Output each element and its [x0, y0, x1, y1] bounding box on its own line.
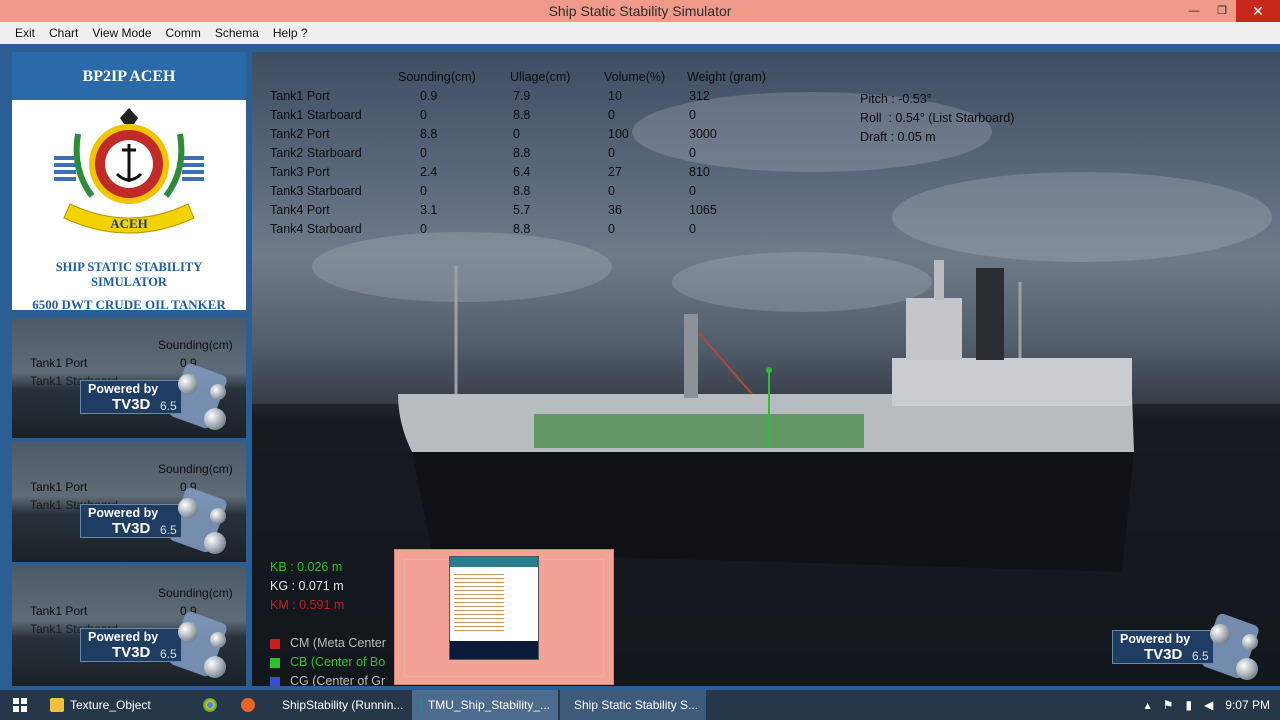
title-line-3: 6500 DWT CRUDE OIL TANKER — [32, 297, 226, 312]
clock[interactable]: 9:07 PM — [1225, 698, 1270, 712]
institution-header: BP2IP ACEH — [12, 52, 246, 100]
minimize-button[interactable]: — — [1180, 0, 1208, 22]
emblem-icon: ACEH — [54, 108, 204, 234]
restore-button[interactable]: ❐ — [1208, 0, 1236, 22]
cb-marker-icon — [270, 657, 280, 668]
volume-icon[interactable]: ◀ — [1204, 698, 1213, 712]
view-thumbnail-1[interactable]: Sounding(cm) Tank1 Port 0.9 Tank1 Starbo… — [12, 318, 246, 438]
menu-help[interactable]: Help ? — [266, 26, 315, 40]
close-button[interactable]: ✕ — [1236, 0, 1280, 22]
menu-view-mode[interactable]: View Mode — [85, 26, 158, 40]
preview-thumbnail[interactable] — [449, 556, 539, 660]
task-arduino[interactable]: TMU_Ship_Stability_... — [412, 690, 558, 720]
col-sounding: Sounding(cm) — [398, 70, 476, 84]
roll-value: Roll : 0.54° (List Starboard) — [860, 111, 1015, 125]
task-chrome[interactable] — [192, 690, 228, 720]
windows-logo-icon — [13, 698, 27, 712]
firefox-icon — [241, 698, 255, 712]
taskbar: Texture_Object ShipStability (Runnin... … — [0, 690, 1280, 720]
emblem-label: ACEH — [110, 216, 148, 231]
menu-exit[interactable]: Exit — [8, 26, 42, 40]
menu-bar: Exit Chart View Mode Comm Schema Help ? — [0, 22, 1280, 44]
task-firefox[interactable] — [230, 690, 266, 720]
window-title: Ship Static Stability Simulator — [548, 3, 732, 19]
tray-chevron-up-icon[interactable]: ▴ — [1145, 698, 1151, 712]
kb-value: KB : 0.026 m — [270, 560, 343, 574]
main-area: BP2IP ACEH ACEH SHIP STATIC STABILITY SI… — [0, 44, 1280, 690]
col-volume: Volume(%) — [604, 70, 666, 84]
window-controls: — ❐ ✕ — [1180, 0, 1280, 22]
menu-comm[interactable]: Comm — [159, 26, 208, 40]
taskbar-preview-popup[interactable] — [394, 549, 614, 685]
thumb-row-label: Tank1 Port — [30, 480, 88, 494]
chrome-icon — [203, 698, 217, 712]
menu-schema[interactable]: Schema — [208, 26, 266, 40]
kg-value: KG : 0.071 m — [270, 579, 344, 593]
thumb-header: Sounding(cm) — [158, 338, 233, 352]
view-thumbnail-2[interactable]: Sounding(cm) Tank1 Port 0.9 Tank1 Starbo… — [12, 442, 246, 562]
title-line-1: SHIP STATIC STABILITY — [55, 260, 203, 274]
start-button[interactable] — [0, 690, 40, 720]
legend-cb: CB (Center of Bo — [290, 655, 386, 669]
tv3d-badge-main: Powered by TV3D 6.5 — [1112, 612, 1277, 684]
tv3d-badge: Powered by TV3D 6.5 — [80, 486, 245, 558]
system-tray: ▴ ⚑ ▮ ◀ 9:07 PM — [1145, 690, 1270, 720]
legend: CM (Meta Center CB (Center of Bo CG (Cen… — [270, 634, 386, 686]
stability-readout: Pitch : -0.53° Roll : 0.54° (List Starbo… — [860, 90, 1014, 147]
thumb-row-label: Tank1 Port — [30, 356, 88, 370]
task-visual-studio[interactable]: ShipStability (Runnin... — [268, 690, 410, 720]
task-simulator[interactable]: Ship Static Stability S... — [560, 690, 706, 720]
folder-icon — [50, 698, 64, 712]
tv3d-badge: Powered by TV3D 6.5 — [80, 610, 245, 682]
view-thumbnail-3[interactable]: Sounding(cm) Tank1 Port 0.9 Tank1 Starbo… — [12, 566, 246, 686]
legend-cg: CG (Center of Gr — [290, 674, 386, 686]
metacentric-readout: KB : 0.026 m KG : 0.071 m KM : 0.591 m — [270, 558, 344, 615]
cg-marker-icon — [270, 676, 280, 686]
col-weight: Weight (gram) — [687, 70, 766, 84]
pitch-value: Pitch : -0.53° — [860, 92, 932, 106]
left-pane: BP2IP ACEH ACEH SHIP STATIC STABILITY SI… — [10, 52, 248, 686]
thumb-header: Sounding(cm) — [158, 586, 233, 600]
task-explorer[interactable]: Texture_Object — [42, 690, 190, 720]
cm-marker-icon — [270, 638, 280, 649]
thumb-header: Sounding(cm) — [158, 462, 233, 476]
draft-value: Draft : 0.05 m — [860, 130, 936, 144]
menu-chart[interactable]: Chart — [42, 26, 85, 40]
km-value: KM : 0.591 m — [270, 598, 345, 612]
tv3d-badge: Powered by TV3D 6.5 — [80, 362, 245, 434]
col-ullage: Ullage(cm) — [510, 70, 571, 84]
title-line-2: SIMULATOR — [91, 275, 167, 289]
thumb-row-label: Tank1 Port — [30, 604, 88, 618]
arduino-icon — [420, 698, 422, 712]
network-icon[interactable]: ▮ — [1185, 698, 1192, 712]
window-titlebar: Ship Static Stability Simulator — ❐ ✕ — [0, 0, 1280, 22]
logo-panel: BP2IP ACEH ACEH SHIP STATIC STABILITY SI… — [12, 52, 246, 312]
legend-cm: CM (Meta Center — [290, 636, 386, 650]
flag-icon[interactable]: ⚑ — [1163, 698, 1174, 712]
